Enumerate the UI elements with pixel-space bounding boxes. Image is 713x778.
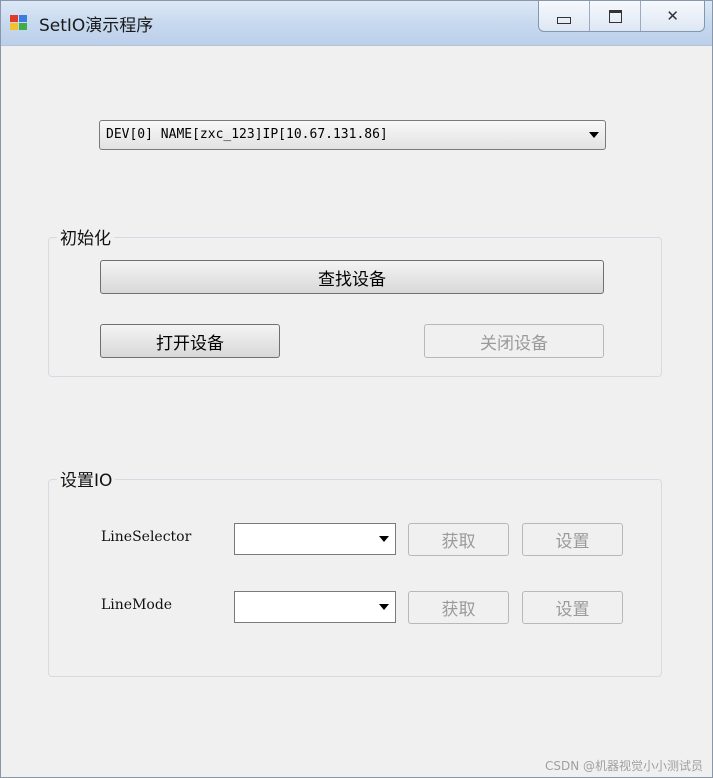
init-group-label: 初始化	[57, 224, 114, 249]
line-selector-get-button[interactable]: 获取	[408, 523, 509, 556]
find-device-button[interactable]: 查找设备	[100, 260, 604, 294]
line-mode-get-button[interactable]: 获取	[408, 591, 509, 624]
open-device-button[interactable]: 打开设备	[100, 324, 280, 358]
dropdown-arrow-icon	[379, 604, 389, 610]
close-button[interactable]: ✕	[641, 1, 704, 31]
title-bar[interactable]: SetIO演示程序 ✕	[1, 1, 712, 46]
watermark: CSDN @机器视觉小小测试员	[544, 759, 703, 773]
maximize-icon	[608, 9, 622, 23]
io-group: 设置IO	[48, 466, 662, 677]
client-area: DEV[0] NAME[zxc_123]IP[10.67.131.86] 初始化…	[9, 46, 704, 768]
line-selector-label: LineSelector	[101, 529, 192, 545]
dropdown-arrow-icon	[589, 132, 599, 138]
device-select[interactable]: DEV[0] NAME[zxc_123]IP[10.67.131.86]	[99, 120, 606, 150]
close-device-button[interactable]: 关闭设备	[424, 324, 604, 358]
caption-buttons: ✕	[538, 1, 705, 32]
line-mode-set-button[interactable]: 设置	[522, 591, 623, 624]
close-icon: ✕	[666, 7, 679, 25]
maximize-button[interactable]	[590, 1, 642, 31]
device-select-value: DEV[0] NAME[zxc_123]IP[10.67.131.86]	[106, 127, 388, 142]
line-mode-select[interactable]	[234, 591, 396, 623]
window-title: SetIO演示程序	[39, 16, 154, 36]
line-selector-set-button[interactable]: 设置	[522, 523, 623, 556]
app-icon	[10, 15, 27, 30]
line-mode-label: LineMode	[101, 597, 173, 613]
minimize-button[interactable]	[539, 1, 591, 31]
main-window: SetIO演示程序 ✕ DEV[0] NAME[zxc_123]IP[10.67…	[0, 0, 713, 778]
dropdown-arrow-icon	[379, 536, 389, 542]
io-group-label: 设置IO	[57, 466, 116, 491]
minimize-icon	[557, 16, 572, 24]
line-selector-select[interactable]	[234, 523, 396, 555]
